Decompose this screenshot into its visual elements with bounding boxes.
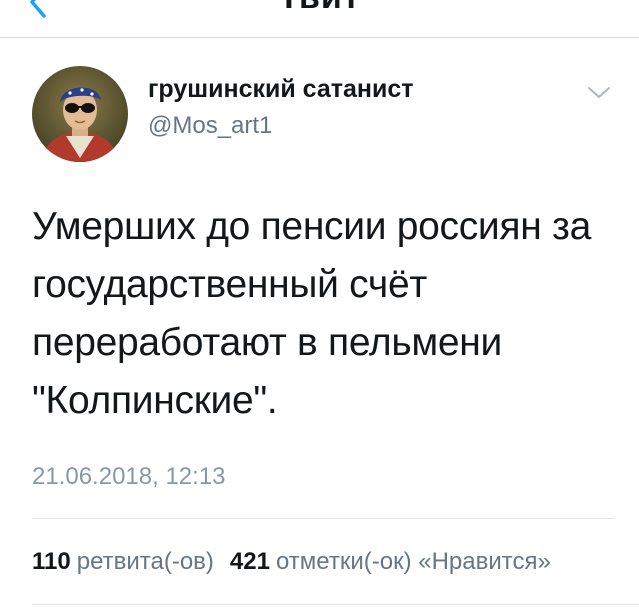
tweet-line: переработают в пельмени — [32, 321, 503, 364]
likes-stat[interactable]: 421 отметки(-ок) «Нравится» — [230, 548, 551, 575]
retweets-stat[interactable]: 110 ретвита(-ов) — [32, 548, 214, 575]
divider — [32, 518, 615, 519]
likes-count: 421 — [229, 548, 270, 575]
tweet-menu-button[interactable] — [584, 82, 614, 102]
tweet-screen: Твит — [0, 0, 639, 610]
chevron-down-icon — [584, 82, 614, 102]
tweet-line: "Колпинские". — [32, 379, 278, 422]
author-handle[interactable]: @Mos_art1 — [148, 111, 272, 141]
page-title: Твит — [0, 0, 639, 14]
nav-bar: Твит — [0, 0, 639, 38]
avatar[interactable] — [32, 66, 128, 162]
tweet-line: Умерших до пенсии россиян за — [32, 205, 591, 248]
retweets-label: ретвита(-ов) — [76, 548, 214, 575]
likes-label: отметки(-ок) «Нравится» — [275, 548, 551, 575]
retweets-count: 110 — [32, 548, 71, 575]
tweet-timestamp: 21.06.2018, 12:13 — [32, 463, 226, 490]
tweet-line: государственный счёт — [32, 263, 427, 306]
tweet-text: Умерших до пенсии россиян за государстве… — [32, 198, 632, 430]
divider — [32, 604, 639, 605]
author-name[interactable]: грушинский сатанист — [148, 74, 414, 104]
tweet-stats: 110 ретвита(-ов) 421 отметки(-ок) «Нравится… — [32, 546, 551, 578]
